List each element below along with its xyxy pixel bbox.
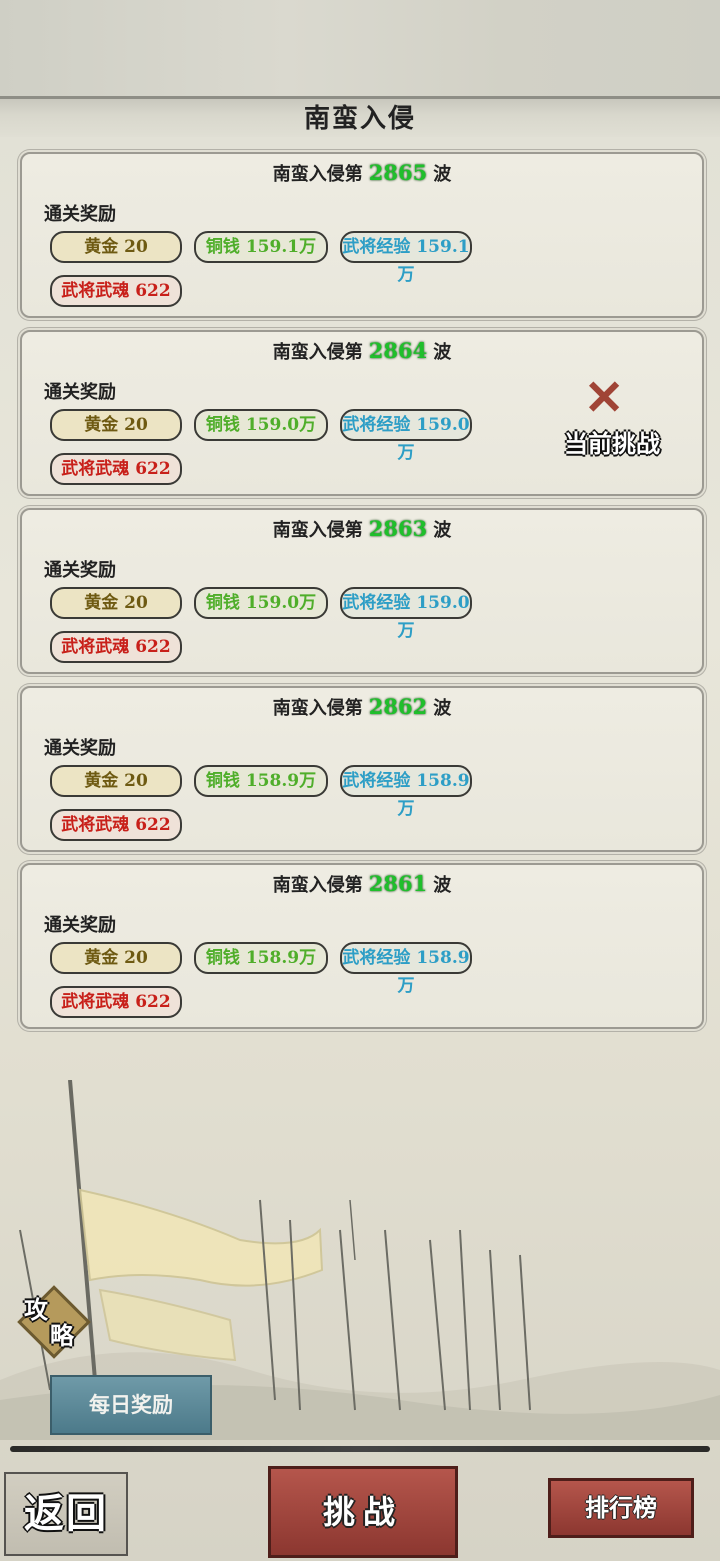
wave-card[interactable]: 南蛮入侵第 2863 波 通关奖励 黄金 20 铜钱 159.0万 武将经验 159… [20,508,704,674]
reward-gold: 黄金 20 [50,942,182,974]
wave-prefix: 南蛮入侵第 [272,875,363,896]
wave-number: 2862 [368,694,428,719]
reward-soul: 武将武魂 622 [50,631,182,663]
wave-suffix: 波 [433,875,452,896]
reward-coin: 铜钱 158.9万 [194,942,328,974]
wave-title: 南蛮入侵第 2862 波 [22,694,702,720]
strategy-label-1: 攻 [24,1295,48,1324]
strategy-label-2: 略 [50,1321,74,1350]
reward-gold: 黄金 20 [50,765,182,797]
wave-card[interactable]: 南蛮入侵第 2865 波 通关奖励 黄金 20 铜钱 159.1万 武将经验 159… [20,152,704,318]
wave-title: 南蛮入侵第 2861 波 [22,871,702,897]
wave-number: 2863 [368,516,428,541]
page-title: 南蛮入侵 [303,104,416,134]
wave-number: 2861 [368,871,428,896]
current-challenge-label: 当前挑战 [564,429,660,458]
wave-card[interactable]: 南蛮入侵第 2862 波 通关奖励 黄金 20 铜钱 158.9万 武将经验 158… [20,686,704,852]
reward-soul: 武将武魂 622 [50,986,182,1018]
reward-gold: 黄金 20 [50,587,182,619]
crossed-swords-icon: ✕ [584,370,625,426]
reward-gold: 黄金 20 [50,231,182,263]
reward-gold: 黄金 20 [50,409,182,441]
reward-label: 通关奖励 [44,560,116,581]
reward-soul: 武将武魂 622 [50,453,182,485]
wave-prefix: 南蛮入侵第 [272,164,363,185]
daily-reward-button[interactable]: 每日奖励 [50,1375,212,1435]
reward-soul: 武将武魂 622 [50,809,182,841]
reward-soul: 武将武魂 622 [50,275,182,307]
wave-number: 2865 [368,160,428,185]
reward-exp: 武将经验 159.0万 [340,587,472,641]
top-background [0,0,720,96]
wave-prefix: 南蛮入侵第 [272,698,363,719]
reward-label: 通关奖励 [44,915,116,936]
wave-card[interactable]: 南蛮入侵第 2861 波 通关奖励 黄金 20 铜钱 158.9万 武将经验 158… [20,863,704,1029]
leaderboard-button[interactable]: 排行榜 [548,1478,694,1538]
strategy-button[interactable]: 攻 略 [14,1285,92,1359]
wave-title: 南蛮入侵第 2864 波 [22,338,702,364]
reward-coin: 铜钱 158.9万 [194,765,328,797]
wave-suffix: 波 [433,698,452,719]
wave-prefix: 南蛮入侵第 [272,342,363,363]
reward-label: 通关奖励 [44,382,116,403]
wave-title: 南蛮入侵第 2863 波 [22,516,702,542]
reward-exp: 武将经验 158.9万 [340,942,472,996]
reward-label: 通关奖励 [44,204,116,225]
bottom-divider [10,1446,710,1452]
wave-title: 南蛮入侵第 2865 波 [22,160,702,186]
challenge-button[interactable]: 挑战 [268,1466,458,1558]
reward-exp: 武将经验 159.0万 [340,409,472,463]
back-button[interactable]: 返回 [4,1472,128,1556]
wave-prefix: 南蛮入侵第 [272,520,363,541]
reward-exp: 武将经验 159.1万 [340,231,472,285]
reward-exp: 武将经验 158.9万 [340,765,472,819]
wave-card-current[interactable]: 南蛮入侵第 2864 波 通关奖励 黄金 20 铜钱 159.0万 武将经验 159… [20,330,704,496]
reward-label: 通关奖励 [44,738,116,759]
reward-coin: 铜钱 159.0万 [194,587,328,619]
reward-coin: 铜钱 159.1万 [194,231,328,263]
wave-suffix: 波 [433,342,452,363]
reward-coin: 铜钱 159.0万 [194,409,328,441]
wave-suffix: 波 [433,520,452,541]
wave-suffix: 波 [433,164,452,185]
wave-number: 2864 [368,338,428,363]
current-challenge-marker: ✕ 当前挑战 [552,372,672,462]
